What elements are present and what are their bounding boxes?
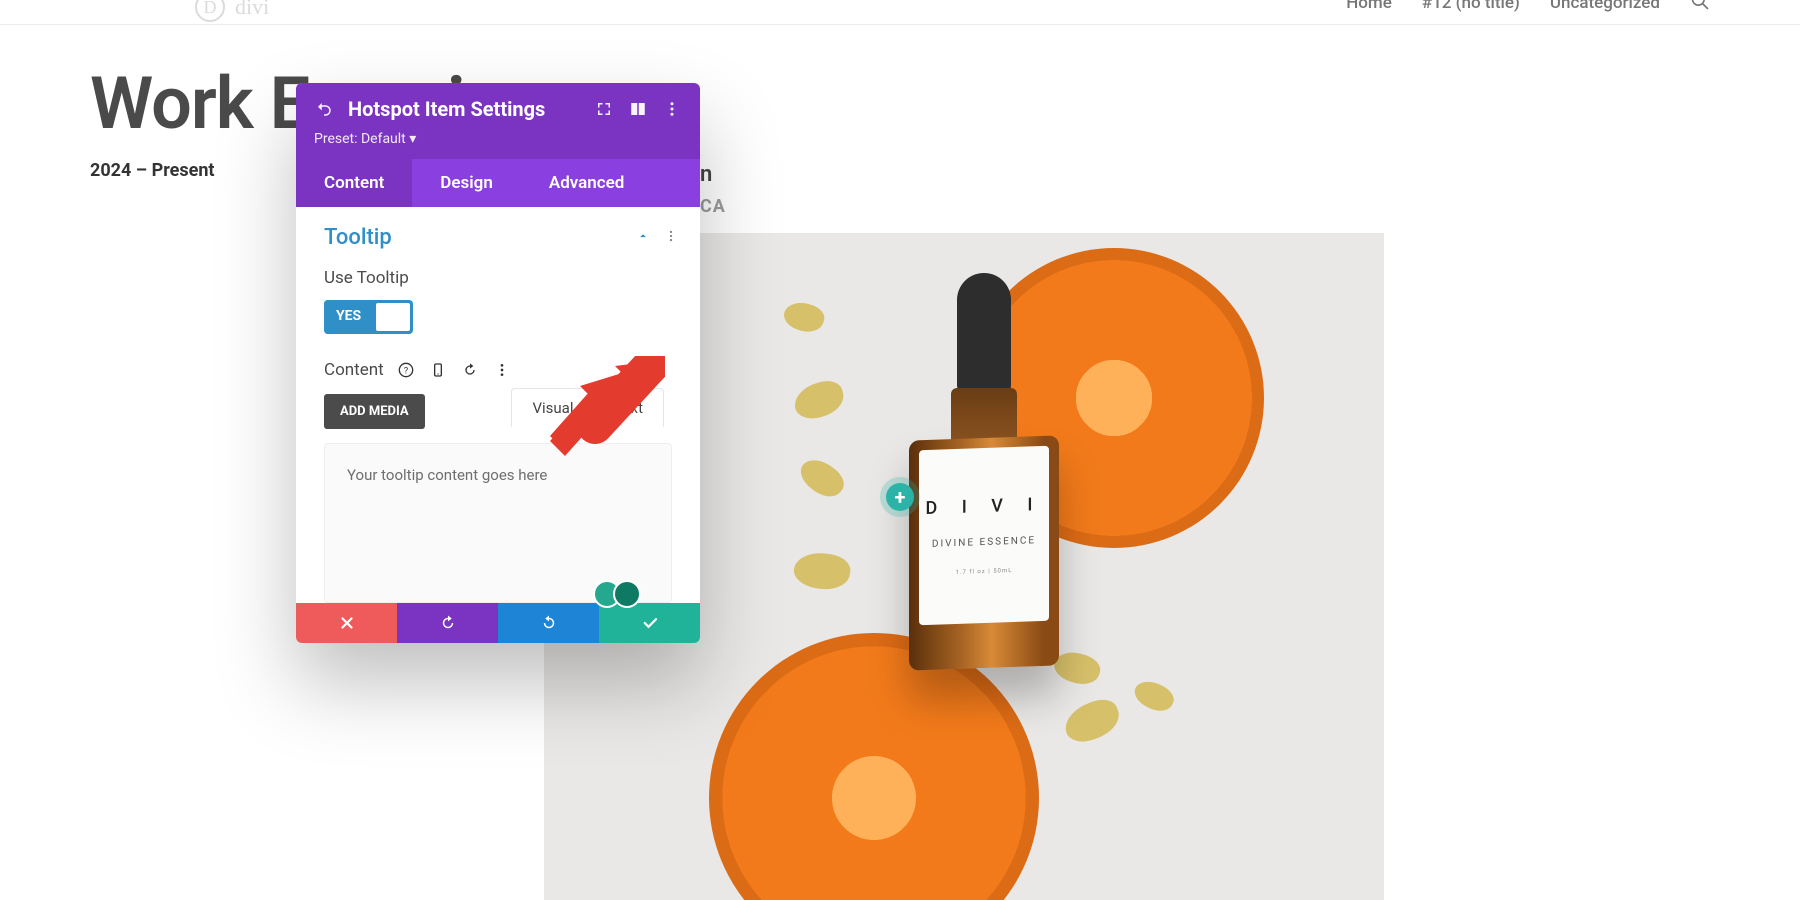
modal-footer bbox=[296, 603, 700, 643]
editor-tab-text[interactable]: Text bbox=[593, 389, 663, 427]
chevron-up-icon[interactable] bbox=[636, 228, 650, 247]
preset-dropdown[interactable]: Preset: Default ▾ bbox=[314, 131, 682, 147]
seed-icon bbox=[1060, 695, 1125, 748]
bottle-graphic: D I V I DIVINE ESSENCE 1.7 fl oz | 50mL bbox=[879, 273, 1089, 673]
nav-links: Home #12 (no title) Uncategorized bbox=[1346, 0, 1710, 16]
orange-slice-icon bbox=[709, 633, 1039, 900]
svg-text:?: ? bbox=[403, 365, 408, 376]
seed-icon bbox=[795, 452, 850, 505]
use-tooltip-field: Use Tooltip YES bbox=[296, 262, 700, 354]
date-range: 2024 – Present bbox=[90, 160, 215, 181]
modal-tabs: Content Design Advanced bbox=[296, 159, 700, 207]
tab-content[interactable]: Content bbox=[296, 159, 412, 207]
logo-icon: D bbox=[195, 0, 225, 22]
bottle-product-sub: DIVINE ESSENCE bbox=[932, 535, 1036, 550]
use-tooltip-label: Use Tooltip bbox=[324, 268, 672, 288]
preset-label: Preset: Default bbox=[314, 131, 406, 147]
toggle-yes-label: YES bbox=[324, 300, 373, 334]
columns-icon[interactable] bbox=[628, 99, 648, 119]
modal-title: Hotspot Item Settings bbox=[348, 97, 545, 121]
bottle-brand: D I V I bbox=[926, 494, 1043, 519]
hotspot-marker[interactable]: + bbox=[886, 483, 914, 511]
toggle-knob bbox=[376, 303, 410, 331]
section-head-tooltip[interactable]: Tooltip bbox=[296, 207, 700, 262]
use-tooltip-toggle[interactable]: YES bbox=[324, 300, 413, 334]
chevron-down-icon: ▾ bbox=[409, 131, 416, 147]
content-label: Content bbox=[324, 360, 384, 380]
undo-button[interactable] bbox=[397, 603, 498, 643]
section-label: Tooltip bbox=[324, 225, 392, 250]
seed-icon bbox=[780, 297, 827, 337]
hotspot-settings-modal: Hotspot Item Settings Preset: Default ▾ … bbox=[296, 83, 700, 643]
modal-header: Hotspot Item Settings Preset: Default ▾ bbox=[296, 83, 700, 159]
more-icon[interactable] bbox=[662, 99, 682, 119]
help-icon[interactable]: ? bbox=[396, 360, 416, 380]
content-editor-area: ADD MEDIA Visual Text Your tooltip conte… bbox=[296, 386, 700, 603]
add-media-button[interactable]: ADD MEDIA bbox=[324, 394, 425, 429]
seed-icon bbox=[1130, 675, 1178, 718]
more-icon[interactable] bbox=[492, 360, 512, 380]
page-body: Work Experience bbox=[0, 25, 1800, 182]
logo-group: D divi bbox=[195, 2, 269, 22]
more-icon[interactable] bbox=[664, 228, 678, 247]
status-dot-icon bbox=[613, 580, 641, 608]
content-field-header: Content ? bbox=[296, 354, 700, 386]
confirm-button[interactable] bbox=[599, 603, 700, 643]
editor-tab-visual[interactable]: Visual bbox=[512, 389, 593, 427]
seed-icon bbox=[791, 548, 852, 593]
top-nav: D divi Home #12 (no title) Uncategorized bbox=[0, 0, 1800, 25]
seed-icon bbox=[790, 377, 847, 423]
tab-design[interactable]: Design bbox=[412, 159, 521, 207]
editor-placeholder-text: Your tooltip content goes here bbox=[347, 466, 547, 484]
tab-advanced[interactable]: Advanced bbox=[521, 159, 653, 207]
redo-button[interactable] bbox=[498, 603, 599, 643]
location-line: n bbox=[700, 162, 712, 187]
undo-back-icon[interactable] bbox=[314, 99, 334, 119]
content-editor[interactable]: Your tooltip content goes here bbox=[324, 443, 672, 603]
bottle-product-tiny: 1.7 fl oz | 50mL bbox=[956, 567, 1013, 576]
cancel-button[interactable] bbox=[296, 603, 397, 643]
nav-item-generic[interactable]: #12 (no title) bbox=[1422, 0, 1520, 13]
editor-tabs: Visual Text bbox=[511, 388, 664, 427]
modal-body: Tooltip Use Tooltip YES Content ? ADD ME… bbox=[296, 207, 700, 603]
nav-item-uncategorized[interactable]: Uncategorized bbox=[1550, 0, 1660, 13]
logo-text: divi bbox=[235, 0, 269, 20]
search-icon[interactable] bbox=[1690, 0, 1710, 16]
nav-item-home[interactable]: Home bbox=[1346, 0, 1392, 13]
location-sub: CA bbox=[700, 196, 726, 217]
expand-icon[interactable] bbox=[594, 99, 614, 119]
mobile-icon[interactable] bbox=[428, 360, 448, 380]
save-bubbles bbox=[593, 580, 641, 608]
reset-icon[interactable] bbox=[460, 360, 480, 380]
